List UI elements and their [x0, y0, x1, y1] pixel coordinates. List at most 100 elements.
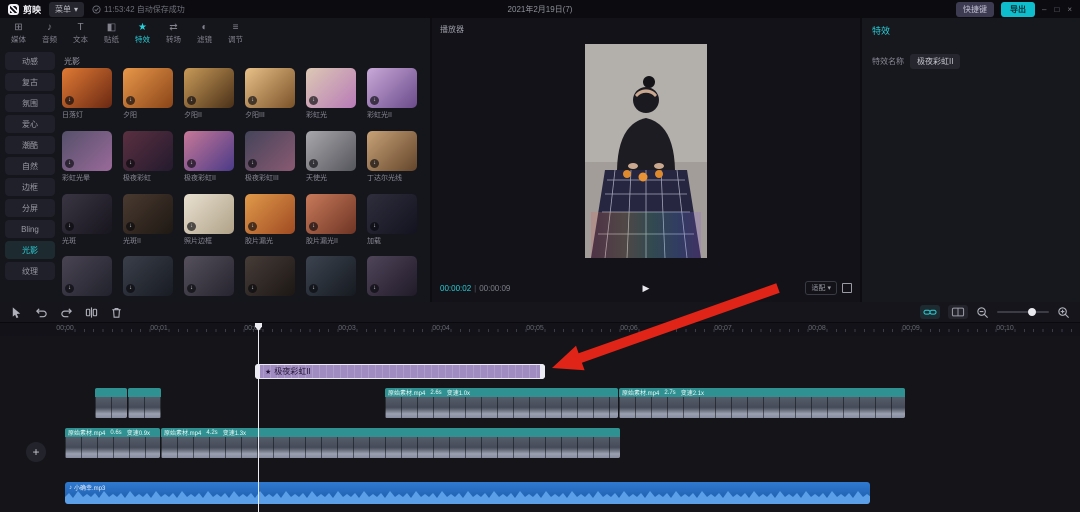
effect-thumbnail[interactable]: ↓ — [184, 194, 234, 234]
video-preview[interactable] — [585, 44, 707, 258]
effect-category-item[interactable]: 光影 — [5, 241, 55, 259]
effect-thumbnail[interactable]: ↓ — [184, 68, 234, 108]
effect-item[interactable]: ↓ 极夜彩虹 — [123, 131, 173, 187]
effect-category-item[interactable]: 复古 — [5, 73, 55, 91]
effect-thumbnail[interactable]: ↓ — [245, 68, 295, 108]
video-clip-bottom-1[interactable]: 原始素材.mp4 0.6s 变速0.9x — [65, 428, 160, 458]
effect-thumbnail[interactable]: ↓ — [245, 194, 295, 234]
delete-icon[interactable] — [110, 306, 123, 319]
link-toggle-button[interactable] — [920, 305, 940, 319]
effect-thumbnail[interactable]: ↓ — [367, 256, 417, 296]
media-tab[interactable]: ⇄ 转场 — [159, 21, 188, 47]
effect-category-item[interactable]: 爱心 — [5, 115, 55, 133]
effect-item[interactable]: ↓ 日落灯 — [62, 68, 112, 124]
media-tab[interactable]: ♪ 音频 — [35, 21, 64, 47]
effect-item[interactable]: ↓ — [245, 256, 295, 302]
effect-thumbnail[interactable]: ↓ — [123, 256, 173, 296]
fullscreen-icon[interactable] — [842, 283, 852, 293]
effect-thumbnail[interactable]: ↓ — [62, 256, 112, 296]
effect-item[interactable]: ↓ 彩虹光 — [306, 68, 356, 124]
effect-thumbnail[interactable]: ↓ — [62, 131, 112, 171]
effect-thumbnail[interactable]: ↓ — [184, 256, 234, 296]
preview-axis-button[interactable] — [948, 305, 968, 319]
effect-item[interactable]: ↓ 光斑 — [62, 194, 112, 250]
effect-item[interactable]: ↓ — [367, 256, 417, 302]
effect-category-item[interactable]: 潮酷 — [5, 136, 55, 154]
effect-item[interactable]: ↓ — [123, 256, 173, 302]
video-clip-top-1[interactable]: 原始素材.mp4 2.6s 变速1.0x — [385, 388, 618, 418]
fit-mode-dropdown[interactable]: 适配 ▾ — [805, 281, 837, 295]
media-tab[interactable]: T 文本 — [66, 21, 95, 47]
menu-button[interactable]: 菜单 ▾ — [49, 2, 84, 17]
effect-thumbnail[interactable]: ↓ — [245, 256, 295, 296]
effect-item[interactable]: ↓ — [184, 256, 234, 302]
play-button[interactable]: ▶ — [643, 283, 650, 294]
effect-item[interactable]: ↓ 天使光 — [306, 131, 356, 187]
effect-thumbnail[interactable]: ↓ — [62, 194, 112, 234]
media-tab[interactable]: ≡ 调节 — [221, 21, 250, 47]
effect-item[interactable]: ↓ 极夜彩虹II — [184, 131, 234, 187]
video-clip-mini-1[interactable] — [95, 388, 127, 418]
effect-thumbnail[interactable]: ↓ — [367, 68, 417, 108]
media-tab[interactable]: ⊞ 媒体 — [4, 21, 33, 47]
effect-item[interactable]: ↓ 照片边框 — [184, 194, 234, 250]
effect-clip-selected[interactable]: ★ 极夜彩虹II — [255, 364, 545, 379]
effect-item[interactable]: ↓ 夕阳II — [184, 68, 234, 124]
playhead[interactable] — [258, 323, 259, 512]
effect-item[interactable]: ↓ 极夜彩虹III — [245, 131, 295, 187]
effect-item[interactable]: ↓ 胶片漏光II — [306, 194, 356, 250]
effect-item[interactable]: ↓ 彩虹光II — [367, 68, 417, 124]
effect-item[interactable]: ↓ 加载 — [367, 194, 417, 250]
effect-thumbnail[interactable]: ↓ — [306, 194, 356, 234]
clip-trim-handle-right[interactable] — [540, 364, 545, 379]
add-media-button[interactable]: + — [26, 442, 46, 462]
zoom-slider-knob[interactable] — [1028, 308, 1036, 316]
timeline-ruler[interactable]: 00:0000:0100:0200:0300:0400:0500:0600:07… — [0, 323, 1080, 336]
timeline-zoom-slider[interactable] — [997, 311, 1049, 313]
effect-thumbnail[interactable]: ↓ — [123, 194, 173, 234]
effect-category-item[interactable]: 分屏 — [5, 199, 55, 217]
effect-category-item[interactable]: 自然 — [5, 157, 55, 175]
zoom-out-icon[interactable] — [976, 306, 989, 319]
effect-category-item[interactable]: Bling — [5, 220, 55, 238]
properties-tab-effect[interactable]: 特效 — [872, 24, 890, 37]
zoom-in-icon[interactable] — [1057, 306, 1070, 319]
redo-icon[interactable] — [60, 306, 73, 319]
effect-item[interactable]: ↓ 夕阳 — [123, 68, 173, 124]
undo-icon[interactable] — [35, 306, 48, 319]
effect-item[interactable]: ↓ 光斑II — [123, 194, 173, 250]
effect-item[interactable]: ↓ 彩虹光晕 — [62, 131, 112, 187]
effect-item[interactable]: ↓ — [62, 256, 112, 302]
media-tab[interactable]: ◐ 滤镜 — [190, 21, 219, 47]
effect-category-item[interactable]: 纹理 — [5, 262, 55, 280]
effect-thumbnail[interactable]: ↓ — [367, 194, 417, 234]
effect-thumbnail[interactable]: ↓ — [123, 131, 173, 171]
effect-item[interactable]: ↓ 胶片漏光 — [245, 194, 295, 250]
audio-clip[interactable]: ♪ 小确幸.mp3 — [65, 482, 870, 504]
media-tab[interactable]: ★ 特效 — [128, 21, 157, 47]
minimize-icon[interactable]: – — [1042, 5, 1046, 14]
split-clip-icon[interactable] — [85, 306, 98, 319]
close-icon[interactable]: × — [1067, 5, 1072, 14]
video-clip-top-2[interactable]: 原始素材.mp4 2.7s 变速2.1x — [619, 388, 905, 418]
select-cursor-icon[interactable] — [10, 306, 23, 319]
effect-thumbnail[interactable]: ↓ — [306, 256, 356, 296]
effect-item[interactable]: ↓ 夕阳III — [245, 68, 295, 124]
effect-thumbnail[interactable]: ↓ — [123, 68, 173, 108]
video-clip-bottom-2[interactable]: 原始素材.mp4 4.2s 变速1.3x — [161, 428, 620, 458]
effect-item[interactable]: ↓ — [306, 256, 356, 302]
effect-category-item[interactable]: 氛围 — [5, 94, 55, 112]
maximize-icon[interactable]: □ — [1054, 5, 1059, 14]
video-clip-mini-2[interactable] — [128, 388, 161, 418]
effect-thumbnail[interactable]: ↓ — [245, 131, 295, 171]
effect-item[interactable]: ↓ 丁达尔光线 — [367, 131, 417, 187]
export-button[interactable]: 导出 — [1001, 2, 1035, 17]
effect-thumbnail[interactable]: ↓ — [184, 131, 234, 171]
effect-category-item[interactable]: 动感 — [5, 52, 55, 70]
media-tab[interactable]: ◧ 贴纸 — [97, 21, 126, 47]
effect-thumbnail[interactable]: ↓ — [306, 131, 356, 171]
effect-thumbnail[interactable]: ↓ — [62, 68, 112, 108]
shortcut-button[interactable]: 快捷键 — [956, 2, 994, 17]
effect-category-item[interactable]: 边框 — [5, 178, 55, 196]
effect-thumbnail[interactable]: ↓ — [306, 68, 356, 108]
